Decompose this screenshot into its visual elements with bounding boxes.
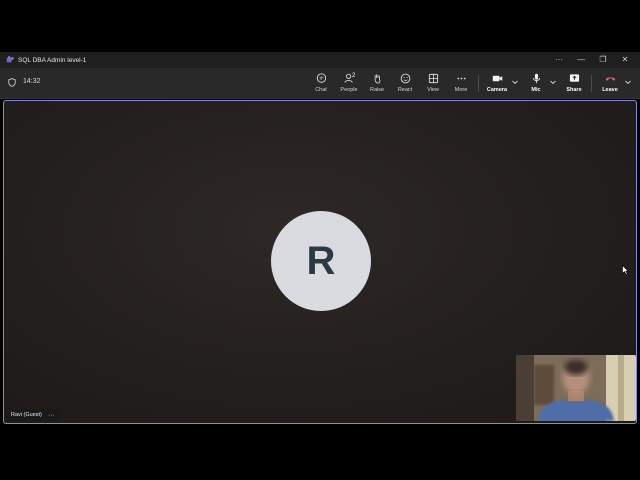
meeting-timer: 14:32 — [23, 78, 41, 85]
avatar-initial: R — [306, 238, 336, 283]
window-controls: ··· — ❐ ✕ — [548, 52, 636, 68]
microphone-icon — [532, 73, 540, 84]
people-label: People — [340, 87, 358, 93]
raise-label: Raise — [369, 87, 385, 93]
share-button[interactable]: Share — [562, 71, 586, 95]
participant-options-button[interactable]: ··· — [48, 412, 55, 419]
leave-options-chevron-icon[interactable] — [624, 78, 632, 86]
mic-button[interactable]: Mic — [524, 71, 548, 95]
shield-icon[interactable] — [8, 78, 16, 87]
raise-hand-icon — [374, 74, 380, 84]
chat-button[interactable]: Chat — [309, 71, 333, 95]
participant-name: Ravi (Guest) — [11, 412, 42, 418]
people-count-badge: 2 — [352, 73, 356, 79]
mic-options-chevron-icon[interactable] — [549, 78, 557, 86]
share-screen-icon — [569, 74, 579, 82]
camera-options-chevron-icon[interactable] — [511, 78, 519, 86]
mic-label: Mic — [531, 87, 541, 93]
view-button[interactable]: View — [421, 71, 445, 95]
people-button[interactable]: 2 People — [337, 71, 361, 95]
self-view-video-image — [516, 355, 636, 421]
title-bar: SQL DBA Admin level-1 ··· — ❐ ✕ — [0, 52, 640, 68]
teams-logo-icon — [6, 56, 14, 63]
window-title: SQL DBA Admin level-1 — [18, 56, 87, 64]
more-label: More — [454, 87, 468, 93]
raise-hand-button[interactable]: Raise — [365, 71, 389, 95]
mouse-cursor-icon — [622, 265, 629, 275]
grid-view-icon — [428, 73, 438, 84]
close-button[interactable]: ✕ — [614, 52, 636, 68]
window-more-button[interactable]: ··· — [548, 52, 570, 68]
camera-button[interactable]: Camera — [485, 71, 509, 95]
react-button[interactable]: React — [393, 71, 417, 95]
share-label: Share — [566, 87, 582, 93]
leave-label: Leave — [602, 87, 618, 93]
maximize-button[interactable]: ❐ — [592, 52, 614, 68]
more-dots-icon — [456, 77, 466, 80]
leave-button[interactable]: Leave — [598, 71, 622, 95]
hang-up-phone-icon — [605, 77, 615, 81]
toolbar-separator — [591, 75, 592, 92]
participant-name-tag: Ravi (Guest) ··· — [6, 409, 60, 421]
more-button[interactable]: More — [449, 71, 473, 95]
minimize-button[interactable]: — — [570, 52, 592, 68]
toolbar-separator — [478, 75, 479, 92]
self-view-video[interactable] — [516, 355, 636, 421]
view-label: View — [427, 87, 439, 93]
chat-icon — [316, 73, 326, 83]
camera-label: Camera — [486, 87, 508, 93]
meeting-toolbar: 14:32 Chat 2 People Raise React View Mor… — [0, 68, 640, 99]
chat-label: Chat — [315, 87, 327, 93]
participant-avatar: R — [271, 211, 371, 311]
camera-icon — [492, 75, 502, 82]
meeting-stage: R Ravi (Guest) ··· — [3, 100, 637, 424]
smiley-icon — [400, 73, 410, 84]
react-label: React — [397, 87, 413, 93]
